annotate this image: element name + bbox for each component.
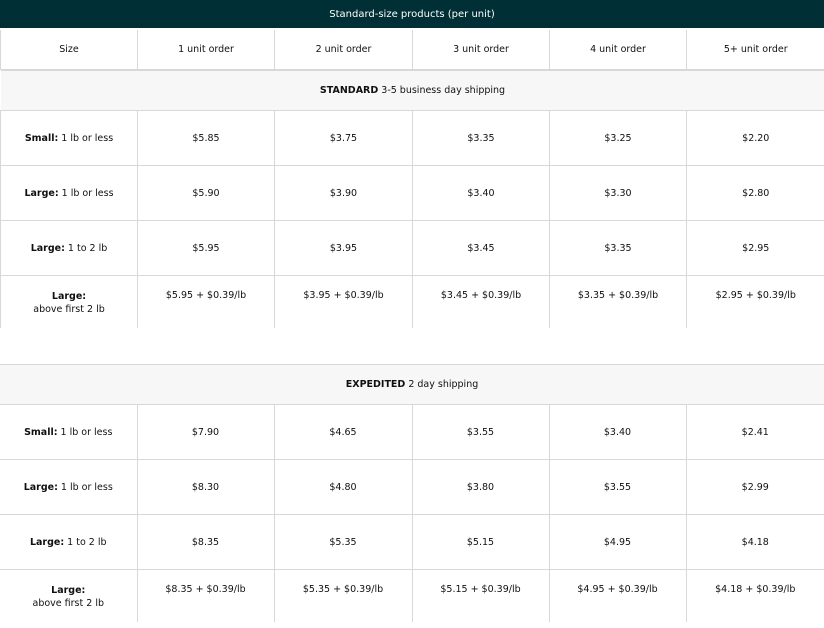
expedited-shipping-table: EXPEDITED 2 day shipping Small: 1 lb or … (0, 364, 824, 622)
price-cell: $5.35 (274, 514, 413, 570)
price-cell: $2.95 (686, 220, 824, 276)
price-cell: $3.80 (412, 459, 550, 515)
price-cell: $8.30 (137, 459, 275, 515)
section-name: STANDARD (319, 85, 379, 96)
table-row: Small: 1 lb or less $7.90 $4.65 $3.55 $3… (0, 404, 824, 460)
size-key: Small: (24, 132, 59, 144)
price-cell: $3.35 (549, 220, 687, 276)
size-desc: above first 2 lb (32, 598, 104, 609)
size-cell: Small: 1 lb or less (0, 110, 138, 166)
price-cell: $3.55 (549, 459, 687, 515)
size-desc: 1 to 2 lb (64, 536, 107, 548)
price-cell: $3.95 + $0.39/lb (274, 275, 413, 328)
price-cell: $4.18 (686, 514, 824, 570)
column-header-1-unit: 1 unit order (137, 30, 275, 70)
price-cell: $4.95 (549, 514, 687, 570)
size-cell: Large: 1 to 2 lb (0, 514, 138, 570)
section-header-standard: STANDARD 3-5 business day shipping (0, 70, 824, 111)
standard-shipping-table: STANDARD 3-5 business day shipping Small… (0, 70, 824, 328)
price-cell: $3.55 (412, 404, 550, 460)
size-key: Large: (24, 187, 59, 199)
size-desc: 1 to 2 lb (64, 242, 108, 254)
size-key: Small: (24, 426, 58, 438)
price-cell: $8.35 (137, 514, 275, 570)
table-row: Large: above first 2 lb $8.35 + $0.39/lb … (0, 569, 824, 622)
price-cell: $7.90 (137, 404, 275, 460)
size-desc: above first 2 lb (33, 304, 105, 315)
column-header-row: Size 1 unit order 2 unit order 3 unit or… (0, 30, 824, 70)
price-cell: $3.40 (412, 165, 550, 221)
size-key: Large: (23, 481, 58, 493)
size-desc: 1 lb or less (58, 187, 114, 199)
size-key: Large: (51, 291, 87, 302)
price-cell: $3.95 (274, 220, 413, 276)
price-cell: $2.80 (686, 165, 824, 221)
price-cell: $2.95 + $0.39/lb (715, 290, 796, 301)
table-row: Large: 1 lb or less $5.90 $3.90 $3.40 $3… (0, 165, 824, 221)
size-cell: Large: 1 lb or less (0, 459, 138, 515)
price-cell: $2.99 (686, 459, 824, 515)
size-cell: Large: above first 2 lb (0, 275, 138, 328)
section-detail: 2 day shipping (405, 379, 479, 390)
column-header-3-unit: 3 unit order (412, 30, 550, 70)
price-cell: $5.85 (137, 110, 275, 166)
price-cell: $5.95 + $0.39/lb (137, 275, 275, 328)
size-key: Large: (51, 585, 86, 596)
price-cell: $3.45 + $0.39/lb (412, 275, 550, 328)
column-header-4-unit: 4 unit order (549, 30, 687, 70)
column-header-5plus-unit: 5+ unit order (686, 30, 824, 70)
table-row: Small: 1 lb or less $5.85 $3.75 $3.35 $3… (0, 110, 824, 166)
price-cell: $4.65 (274, 404, 413, 460)
price-cell: $3.75 (274, 110, 413, 166)
table-row: Large: 1 to 2 lb $8.35 $5.35 $5.15 $4.95… (0, 514, 824, 570)
price-cell: $4.18 + $0.39/lb (715, 584, 796, 595)
price-cell: $3.35 (412, 110, 550, 166)
price-cell: $3.35 + $0.39/lb (549, 275, 687, 328)
price-cell: $3.30 (549, 165, 687, 221)
price-cell: $5.35 + $0.39/lb (274, 569, 413, 622)
price-cell: $4.95 + $0.39/lb (549, 569, 687, 622)
size-cell: Large: above first 2 lb (0, 569, 138, 622)
size-key: Large: (30, 242, 65, 254)
section-header-expedited: EXPEDITED 2 day shipping (0, 364, 824, 405)
table-row: Large: 1 lb or less $8.30 $4.80 $3.80 $3… (0, 459, 824, 515)
price-cell: $5.15 (412, 514, 550, 570)
size-desc: 1 lb or less (57, 426, 113, 438)
column-header-table: Size 1 unit order 2 unit order 3 unit or… (0, 30, 824, 70)
size-desc: 1 lb or less (57, 481, 113, 493)
table-row: Large: 1 to 2 lb $5.95 $3.95 $3.45 $3.35… (0, 220, 824, 276)
column-header-2-unit: 2 unit order (274, 30, 413, 70)
size-cell: Small: 1 lb or less (0, 404, 138, 460)
size-key: Large: (29, 536, 65, 548)
price-cell: $3.45 (412, 220, 550, 276)
price-cell: $4.80 (274, 459, 413, 515)
price-cell: $3.90 (274, 165, 413, 221)
price-cell: $5.95 (137, 220, 275, 276)
table-title: Standard-size products (per unit) (0, 0, 824, 28)
size-cell: Large: 1 to 2 lb (0, 220, 138, 276)
price-cell: $5.15 + $0.39/lb (412, 569, 550, 622)
table-row: Large: above first 2 lb $5.95 + $0.39/lb … (0, 275, 824, 328)
price-cell: $5.90 (137, 165, 275, 221)
column-header-size: Size (0, 30, 138, 70)
price-cell: $2.41 (686, 404, 824, 460)
price-cell: $3.40 (549, 404, 687, 460)
price-cell: $3.25 (549, 110, 687, 166)
size-cell: Large: 1 lb or less (0, 165, 138, 221)
size-desc: 1 lb or less (58, 132, 114, 144)
section-name: EXPEDITED (345, 379, 406, 390)
section-detail: 3-5 business day shipping (378, 85, 506, 96)
price-cell: $2.20 (686, 110, 824, 166)
price-cell: $8.35 + $0.39/lb (137, 569, 275, 622)
